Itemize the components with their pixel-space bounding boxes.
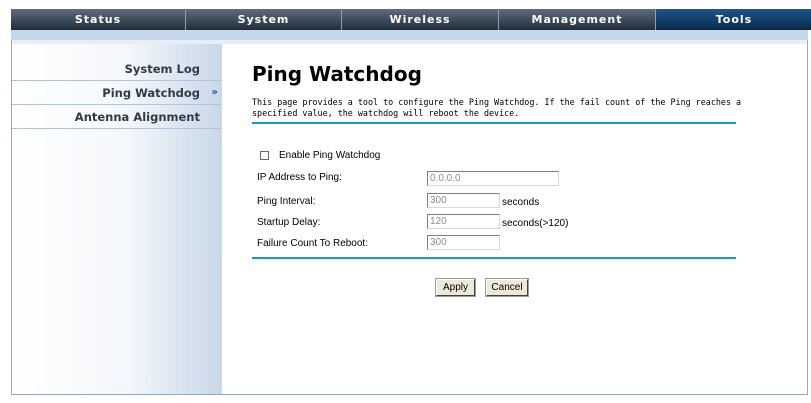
nav-divider-strip bbox=[11, 30, 808, 40]
tab-system[interactable]: System bbox=[186, 9, 342, 30]
ping-interval-unit: seconds bbox=[502, 197, 540, 208]
failure-count-label: Failure Count To Reboot: bbox=[257, 238, 368, 249]
startup-delay-input[interactable]: 120 bbox=[427, 214, 500, 229]
sidebar-item-label: Ping Watchdog bbox=[102, 86, 200, 100]
sidebar-item-ping-watchdog[interactable]: Ping Watchdog » bbox=[12, 82, 222, 105]
ping-interval-input[interactable]: 300 bbox=[427, 193, 500, 208]
page-frame: System Log Ping Watchdog » Antenna Align… bbox=[11, 40, 808, 395]
ping-interval-label: Ping Interval: bbox=[257, 196, 316, 207]
selected-arrow-icon: » bbox=[211, 87, 218, 98]
tab-wireless[interactable]: Wireless bbox=[342, 9, 499, 30]
ip-address-input[interactable]: 0.0.0.0 bbox=[427, 171, 559, 186]
page-title: Ping Watchdog bbox=[252, 62, 422, 86]
sidebar-item-label: Antenna Alignment bbox=[74, 110, 200, 124]
apply-button[interactable]: Apply bbox=[435, 278, 476, 297]
startup-delay-label: Startup Delay: bbox=[257, 217, 321, 228]
cancel-button[interactable]: Cancel bbox=[485, 278, 529, 297]
tab-management[interactable]: Management bbox=[499, 9, 656, 30]
sidebar-item-system-log[interactable]: System Log bbox=[12, 58, 222, 81]
section-divider-top bbox=[252, 122, 736, 124]
sidebar-item-antenna-alignment[interactable]: Antenna Alignment bbox=[12, 106, 222, 129]
section-divider-bottom bbox=[252, 257, 736, 259]
sidebar: System Log Ping Watchdog » Antenna Align… bbox=[12, 44, 222, 394]
startup-delay-unit: seconds(>120) bbox=[502, 218, 569, 229]
page-description: This page provides a tool to configure t… bbox=[252, 97, 742, 118]
tab-status[interactable]: Status bbox=[11, 9, 186, 30]
tab-tools[interactable]: Tools bbox=[656, 9, 811, 30]
ip-address-label: IP Address to Ping: bbox=[257, 172, 342, 183]
failure-count-input[interactable]: 300 bbox=[427, 235, 500, 250]
enable-ping-watchdog-label: Enable Ping Watchdog bbox=[279, 150, 381, 161]
enable-ping-watchdog-checkbox[interactable] bbox=[260, 151, 269, 160]
sidebar-item-label: System Log bbox=[124, 62, 200, 76]
top-navigation: Status System Wireless Management Tools bbox=[11, 9, 811, 30]
